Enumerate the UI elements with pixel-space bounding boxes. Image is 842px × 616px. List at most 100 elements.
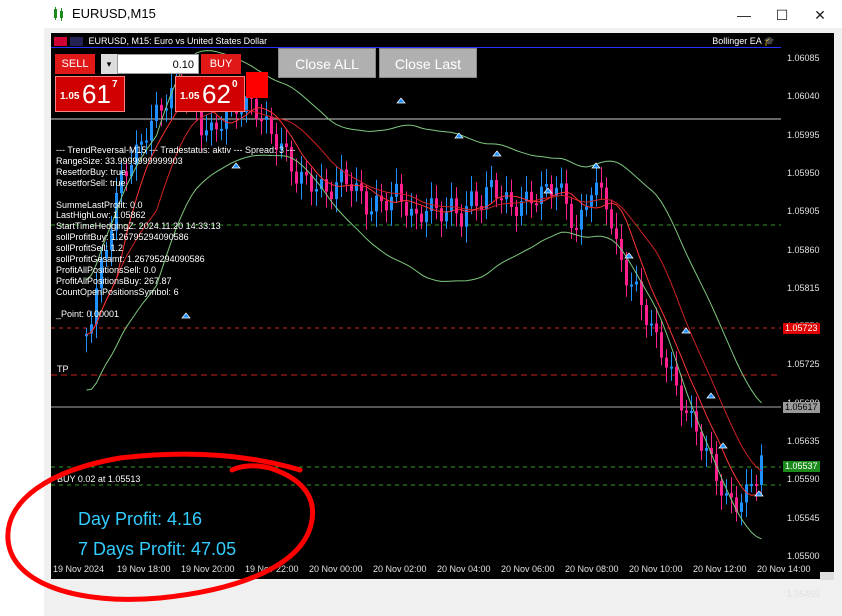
candle-body bbox=[685, 410, 688, 414]
candle-body bbox=[415, 208, 418, 214]
candle-body bbox=[580, 209, 583, 230]
price-badge-current: 1.05617 bbox=[783, 402, 820, 413]
candle-body bbox=[305, 171, 308, 176]
ea-info-line: RangeSize: 33.9999999999903 bbox=[56, 155, 183, 166]
ea-info-line: ResetforBuy: true bbox=[56, 166, 127, 177]
maximize-button[interactable]: ☐ bbox=[772, 6, 792, 24]
ea-info-line: ProfitAllPositionsSell: 0.0 bbox=[56, 264, 157, 275]
price-tick-label: 1.05545 bbox=[787, 512, 820, 523]
candle-body bbox=[150, 120, 153, 141]
lot-size-input[interactable]: 0.10 bbox=[117, 54, 199, 74]
time-tick-label: 20 Nov 04:00 bbox=[437, 564, 491, 574]
price-tick-label: 1.06085 bbox=[787, 53, 820, 63]
candle-body bbox=[410, 208, 413, 216]
candle-body bbox=[490, 179, 493, 188]
candle-body bbox=[440, 208, 443, 222]
buy-button[interactable]: BUY bbox=[201, 54, 241, 74]
moving-average-fast bbox=[86, 96, 762, 496]
candle-body bbox=[385, 201, 388, 211]
candle-body bbox=[755, 484, 758, 487]
candle-body bbox=[365, 191, 368, 215]
candle-body bbox=[565, 183, 568, 204]
close-all-button[interactable]: Close ALL bbox=[278, 48, 376, 78]
flag-us-icon bbox=[70, 37, 83, 47]
candle-body bbox=[500, 198, 503, 201]
candle-body bbox=[330, 191, 333, 199]
candle-body bbox=[680, 385, 683, 411]
price-tick-label: 1.05905 bbox=[787, 206, 820, 217]
one-click-trading-panel: SELL ▾ 0.10 BUY 1.05 61 7 1.05 62 0 bbox=[55, 54, 273, 114]
time-tick-label: 20 Nov 14:00 bbox=[757, 564, 811, 574]
price-tick-label: 1.05995 bbox=[787, 129, 820, 140]
candle-body bbox=[720, 480, 723, 496]
moving-average-slow bbox=[86, 109, 762, 472]
candle-body bbox=[455, 198, 458, 214]
ea-info-line: CountOpenPositionsSymbol: 6 bbox=[56, 286, 179, 297]
buy-arrow-icon bbox=[492, 150, 502, 157]
candle-body bbox=[615, 228, 618, 239]
ask-price-box[interactable]: 1.05 62 0 bbox=[175, 76, 245, 112]
candle-body bbox=[700, 431, 703, 451]
window-titlebar: EURUSD,M15 — ☐ ✕ bbox=[44, 0, 842, 30]
candle-body bbox=[265, 116, 268, 120]
ea-info-line: StartTimeHedgingZ: 2024.11.20 14:33:13 bbox=[56, 221, 221, 232]
candle-body bbox=[600, 182, 603, 188]
bid-price-big: 61 bbox=[82, 79, 111, 109]
ask-price-exp: 0 bbox=[232, 79, 238, 90]
price-chart[interactable]: EURUSD, M15: Euro vs United States Dolla… bbox=[51, 33, 781, 561]
candle-body bbox=[375, 195, 378, 212]
candle-body bbox=[220, 128, 223, 131]
candle-body bbox=[420, 213, 423, 223]
ask-price-prefix: 1.05 bbox=[180, 91, 200, 102]
candle-body bbox=[630, 284, 633, 287]
candle-body bbox=[650, 323, 653, 326]
time-axis[interactable]: 19 Nov 2024 19 Nov 18:00 19 Nov 20:00 19 No… bbox=[51, 561, 834, 579]
candle-body bbox=[450, 198, 453, 212]
candle-body bbox=[335, 182, 338, 199]
lot-dropdown-arrow-icon[interactable]: ▾ bbox=[101, 54, 117, 74]
candle-body bbox=[315, 188, 318, 192]
candle-body bbox=[675, 366, 678, 386]
candle-body bbox=[605, 187, 608, 210]
bid-price-box[interactable]: 1.05 61 7 bbox=[55, 76, 125, 112]
buy-arrow-icon bbox=[181, 312, 191, 319]
candle-body bbox=[595, 182, 598, 196]
window-title: EURUSD,M15 bbox=[72, 6, 156, 21]
candle-body bbox=[610, 209, 613, 229]
ea-info-line: sollProfitBuy: 1.26795294090586 bbox=[56, 232, 189, 243]
time-tick-label: 19 Nov 2024 bbox=[53, 564, 105, 574]
status-indicator bbox=[246, 72, 268, 98]
candle-body bbox=[660, 332, 663, 358]
expert-advisor-label[interactable]: Bollinger EA 🎓 bbox=[712, 36, 775, 47]
close-last-button[interactable]: Close Last bbox=[379, 48, 477, 78]
price-axis[interactable]: 1.06085 1.06040 1.05995 1.05950 1.05905 1.058… bbox=[781, 33, 834, 599]
candle-body bbox=[270, 116, 273, 135]
candle-body bbox=[625, 259, 628, 286]
chart-scroll-corner[interactable] bbox=[820, 572, 834, 580]
candle-body bbox=[665, 357, 668, 368]
seven-days-profit: 7 Days Profit: 47.05 bbox=[78, 539, 237, 559]
candle-body bbox=[445, 211, 448, 222]
time-tick-label: 20 Nov 10:00 bbox=[629, 564, 683, 574]
ask-price-big: 62 bbox=[202, 79, 231, 109]
candle-body bbox=[475, 191, 478, 207]
price-tick-label: 1.05725 bbox=[787, 359, 820, 370]
candle-body bbox=[360, 183, 363, 192]
ea-info-line: SummeLastProfit: 0.0 bbox=[56, 199, 143, 210]
close-window-button[interactable]: ✕ bbox=[810, 6, 830, 24]
bid-price-exp: 7 bbox=[112, 79, 118, 90]
candle-body bbox=[370, 211, 373, 215]
time-tick-label: 20 Nov 02:00 bbox=[373, 564, 427, 574]
minimize-button[interactable]: — bbox=[734, 6, 754, 24]
buy-position-label: BUY 0.02 at 1.05513 bbox=[57, 474, 141, 484]
ea-info-line: LastHighLow: 1.05862 bbox=[56, 210, 146, 221]
candle-body bbox=[705, 447, 708, 451]
ea-info-line: ResetforSell: true bbox=[56, 177, 126, 188]
candle-body bbox=[400, 183, 403, 202]
sell-button[interactable]: SELL bbox=[55, 54, 95, 74]
chart-header: EURUSD, M15: Euro vs United States Dolla… bbox=[54, 36, 267, 47]
time-tick-label: 20 Nov 08:00 bbox=[565, 564, 619, 574]
candle-body bbox=[635, 281, 638, 285]
candle-body bbox=[690, 411, 693, 414]
candle-body bbox=[560, 183, 563, 188]
